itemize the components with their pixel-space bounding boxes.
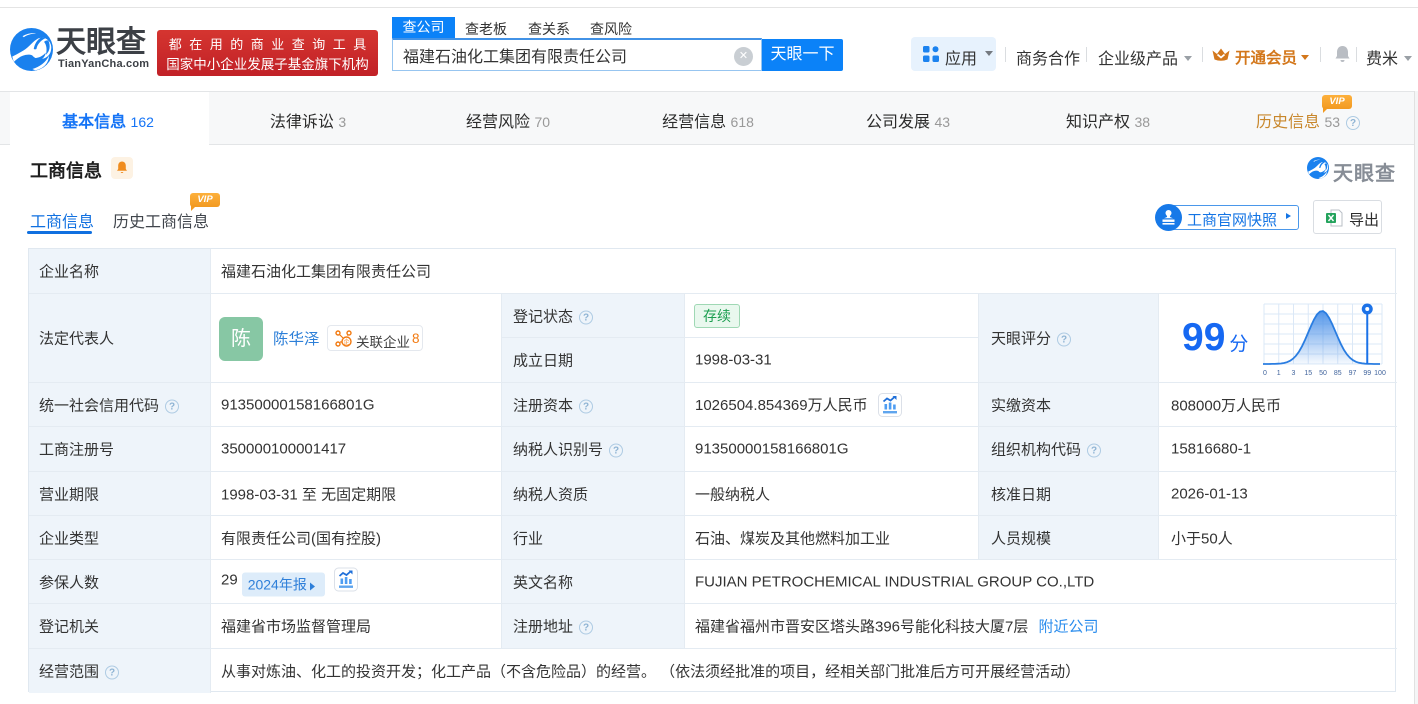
svg-text:0: 0 <box>1263 370 1267 377</box>
svg-text:50: 50 <box>1319 370 1327 377</box>
svg-text:99: 99 <box>1363 370 1371 377</box>
svg-text:100: 100 <box>1374 370 1386 377</box>
svg-text:85: 85 <box>1334 370 1342 377</box>
svg-text:3: 3 <box>1292 370 1296 377</box>
svg-text:97: 97 <box>1349 370 1357 377</box>
svg-text:企: 企 <box>343 338 349 346</box>
svg-text:1: 1 <box>1277 370 1281 377</box>
svg-text:15: 15 <box>1304 370 1312 377</box>
